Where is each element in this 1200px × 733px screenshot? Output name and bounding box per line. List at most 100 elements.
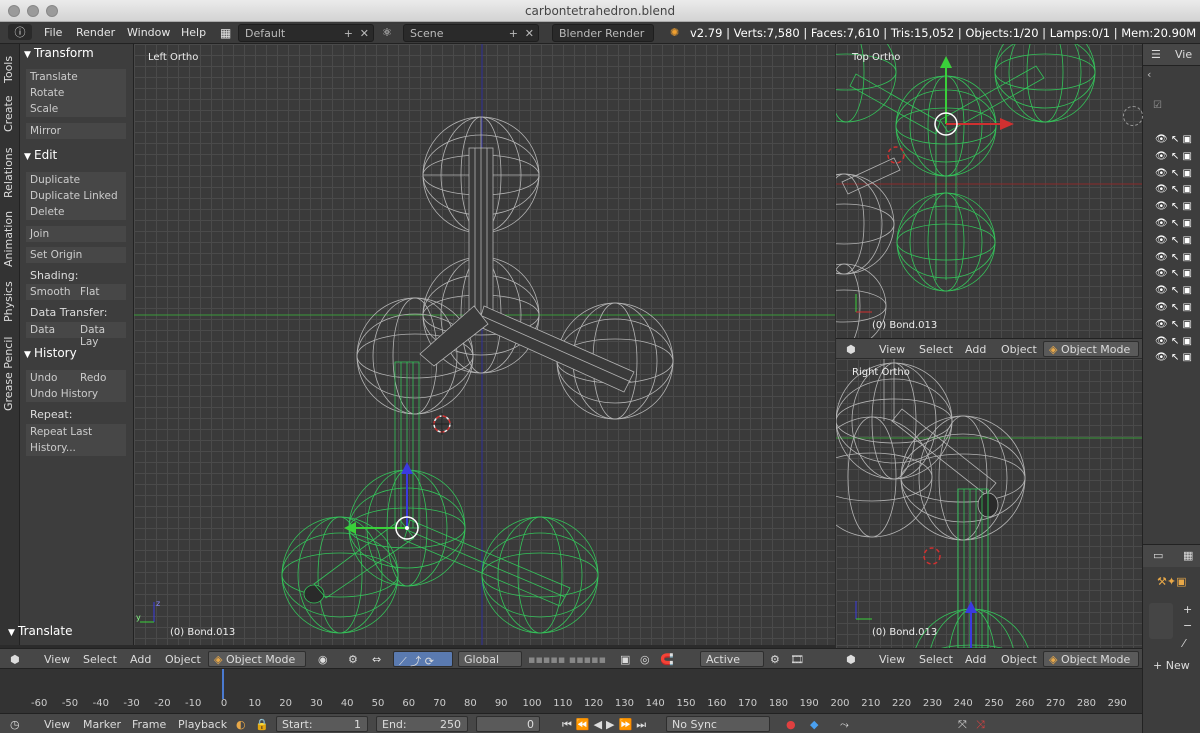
visibility-eye-icon[interactable]: 👁	[1155, 285, 1168, 296]
selectable-cursor-icon[interactable]: ↖	[1171, 201, 1179, 212]
outliner-view-menu[interactable]: Vie	[1175, 48, 1192, 61]
redo-button[interactable]: Redo	[76, 370, 126, 386]
tab-relations[interactable]: Relations	[2, 146, 18, 200]
selectable-cursor-icon[interactable]: ↖	[1171, 268, 1179, 279]
outliner-row[interactable]: 👁 ↖ ▣	[1155, 218, 1200, 235]
object-menu[interactable]: Object	[1001, 653, 1037, 666]
scene-icon[interactable]: ⚛	[382, 26, 392, 39]
render-engine-dropdown[interactable]: Blender Render	[552, 24, 654, 42]
menu-render[interactable]: Render	[76, 26, 115, 39]
set-origin-dropdown[interactable]: Set Origin	[26, 247, 126, 263]
view-menu[interactable]: View	[879, 653, 905, 666]
visibility-eye-icon[interactable]: 👁	[1155, 184, 1168, 195]
frame-menu[interactable]: Frame	[132, 718, 166, 731]
view-menu[interactable]: View	[879, 343, 905, 356]
renderable-camera-icon[interactable]: ▣	[1182, 201, 1191, 212]
renderable-camera-icon[interactable]: ▣	[1182, 218, 1191, 229]
render-preview-icon[interactable]: ⚙	[770, 653, 780, 666]
select-menu[interactable]: Select	[919, 653, 953, 666]
undo-button[interactable]: Undo	[26, 370, 76, 386]
selectable-cursor-icon[interactable]: ↖	[1171, 336, 1179, 347]
playback-controls[interactable]: ⏮⏪◀▶⏩⏭	[562, 718, 650, 732]
layers-icon[interactable]: ▪▪▪▪▪ ▪▪▪▪▪	[528, 653, 606, 666]
tab-grease-pencil[interactable]: Grease Pencil	[2, 336, 18, 412]
lock-camera-icon[interactable]: ▣	[620, 653, 630, 666]
transform-orientation-dropdown[interactable]: Global	[458, 651, 522, 667]
mode-dropdown[interactable]: ◈ Object Mode	[1043, 341, 1139, 357]
selectable-cursor-icon[interactable]: ↖	[1171, 151, 1179, 162]
renderable-camera-icon[interactable]: ▣	[1182, 168, 1191, 179]
renderable-camera-icon[interactable]: ▣	[1182, 352, 1191, 363]
delete-key-icon[interactable]: ⤨	[976, 718, 985, 732]
visibility-eye-icon[interactable]: 👁	[1155, 235, 1168, 246]
menu-file[interactable]: File	[44, 26, 62, 39]
smooth-button[interactable]: Smooth	[26, 284, 76, 300]
renderable-camera-icon[interactable]: ▣	[1182, 235, 1191, 246]
edit-panel-header[interactable]: ▼ Edit	[24, 148, 57, 162]
editor-type-icon[interactable]: ⬢	[10, 653, 20, 666]
viewport-top-ortho[interactable]: Top Ortho (0) Bond.013	[836, 44, 1142, 338]
visibility-eye-icon[interactable]: 👁	[1155, 268, 1168, 279]
proportional-edit-icon[interactable]: ◎	[640, 653, 650, 666]
viewport-left-ortho[interactable]: Left Ortho z y (0) Bond.013	[134, 44, 835, 645]
translate-button[interactable]: Translate	[26, 69, 126, 85]
add-menu[interactable]: Add	[965, 653, 986, 666]
select-menu[interactable]: Select	[83, 653, 117, 666]
renderable-camera-icon[interactable]: ▣	[1182, 319, 1191, 330]
outliner-row[interactable]: 👁 ↖ ▣	[1155, 336, 1200, 353]
mirror-button[interactable]: Mirror	[26, 123, 126, 139]
add-menu[interactable]: Add	[130, 653, 151, 666]
selectable-cursor-icon[interactable]: ↖	[1171, 184, 1179, 195]
remove-scene-icon[interactable]: ✕	[525, 27, 534, 40]
renderable-camera-icon[interactable]: ▣	[1182, 268, 1191, 279]
selectable-cursor-icon[interactable]: ↖	[1171, 235, 1179, 246]
remove-slot-icon[interactable]: −	[1183, 619, 1192, 632]
view-menu[interactable]: View	[44, 653, 70, 666]
scroll-arrow-icon[interactable]: ‹	[1147, 68, 1151, 81]
tab-physics[interactable]: Physics	[2, 280, 18, 324]
checkbox-icon[interactable]: ☑	[1153, 100, 1162, 111]
add-menu[interactable]: Add	[965, 343, 986, 356]
outliner-row[interactable]: 👁 ↖ ▣	[1155, 319, 1200, 336]
keyframe-type-icon[interactable]: ⤳	[840, 718, 849, 732]
object-menu[interactable]: Object	[165, 653, 201, 666]
visibility-eye-icon[interactable]: 👁	[1155, 201, 1168, 212]
mode-dropdown[interactable]: ◈ Object Mode	[1043, 651, 1139, 667]
add-slot-icon[interactable]: +	[1183, 603, 1192, 616]
selectable-cursor-icon[interactable]: ↖	[1171, 134, 1179, 145]
editor-type-icon[interactable]: ⬢	[846, 343, 856, 356]
visibility-eye-icon[interactable]: 👁	[1155, 168, 1168, 179]
current-frame-field[interactable]: 0	[476, 716, 540, 732]
record-icon[interactable]: ●	[786, 718, 796, 731]
selectable-cursor-icon[interactable]: ↖	[1171, 252, 1179, 263]
tab-animation[interactable]: Animation	[2, 210, 18, 268]
selectable-cursor-icon[interactable]: ↖	[1171, 285, 1179, 296]
screen-layout-field[interactable]: Default + ✕	[238, 24, 374, 42]
lock-icon[interactable]: 🔒	[255, 718, 269, 731]
snap-target-dropdown[interactable]: Active	[700, 651, 764, 667]
keying-icon[interactable]: ◐	[236, 718, 246, 731]
visibility-eye-icon[interactable]: 👁	[1155, 319, 1168, 330]
scene-field[interactable]: Scene + ✕	[403, 24, 539, 42]
mode-dropdown[interactable]: ◈ Object Mode	[208, 651, 306, 667]
viewport-right-ortho[interactable]: Right Ortho (0) Bond.013	[836, 359, 1142, 648]
outliner-row[interactable]: 👁 ↖ ▣	[1155, 168, 1200, 185]
outliner-row[interactable]: 👁 ↖ ▣	[1155, 302, 1200, 319]
outliner-row[interactable]: 👁 ↖ ▣	[1155, 252, 1200, 269]
outliner-row[interactable]: 👁 ↖ ▣	[1155, 268, 1200, 285]
manipulator-modes[interactable]: ⟋ ⤴ ⟳	[393, 651, 453, 668]
select-menu[interactable]: Select	[919, 343, 953, 356]
operator-panel-header[interactable]: ▼ Translate	[8, 624, 73, 638]
viewport-shading-icon[interactable]: ◉	[318, 653, 328, 666]
renderable-camera-icon[interactable]: ▣	[1182, 134, 1191, 145]
remove-layout-icon[interactable]: ✕	[360, 27, 369, 40]
opengl-render-icon[interactable]: 🎞	[790, 653, 804, 666]
info-editor-type-icon[interactable]: ⓘ	[8, 24, 32, 40]
pivot-point-icon[interactable]: ⚙	[348, 653, 358, 666]
renderable-camera-icon[interactable]: ▣	[1182, 184, 1191, 195]
visibility-eye-icon[interactable]: 👁	[1155, 302, 1168, 313]
outliner-row[interactable]: 👁 ↖ ▣	[1155, 151, 1200, 168]
transform-panel-header[interactable]: ▼ Transform	[24, 46, 94, 60]
visibility-eye-icon[interactable]: 👁	[1155, 218, 1168, 229]
selectable-cursor-icon[interactable]: ↖	[1171, 319, 1179, 330]
